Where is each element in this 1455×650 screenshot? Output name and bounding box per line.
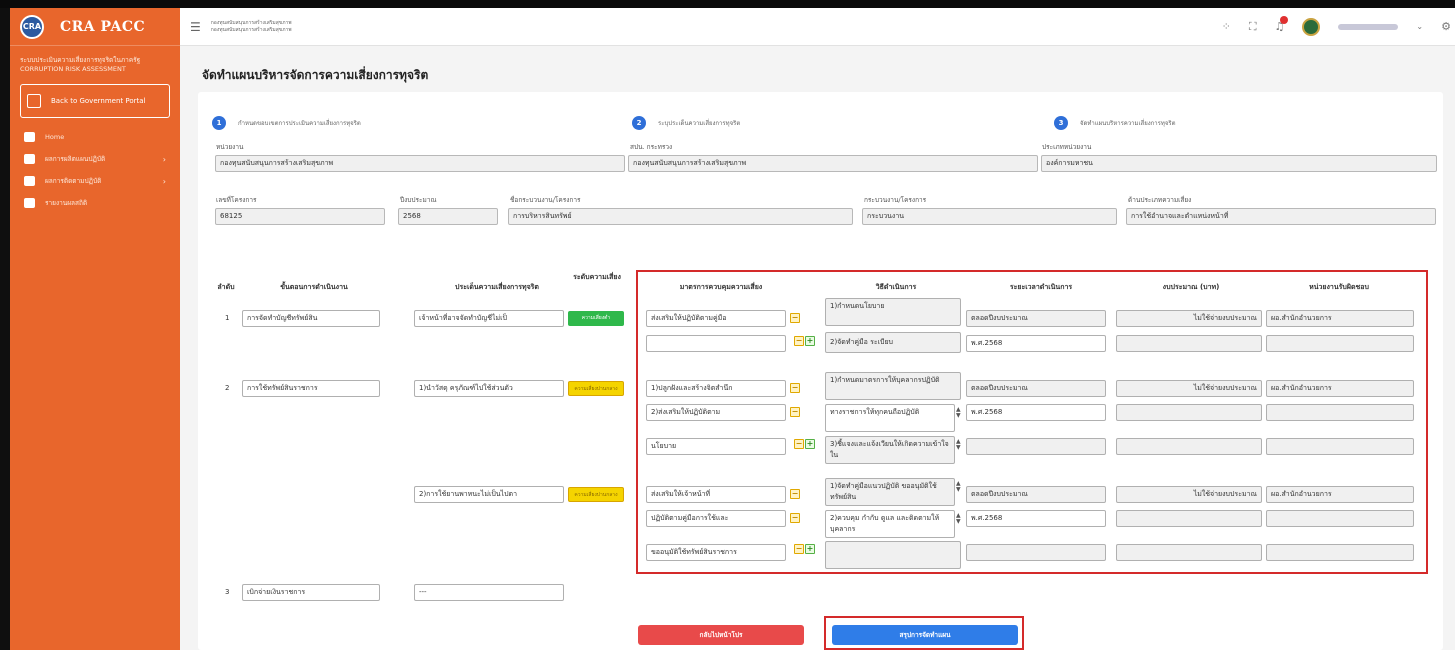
project-name-label: ชื่อกระบวนงาน/โครงการ bbox=[510, 196, 581, 204]
username-placeholder[interactable] bbox=[1338, 23, 1399, 30]
sidebar-item-report[interactable]: รายงานผลสถิติ bbox=[10, 192, 180, 214]
agency-type-label: ประเภทหน่วยงาน bbox=[1042, 143, 1092, 151]
risk-field[interactable]: --- bbox=[414, 584, 564, 601]
stepper: 1 กำหนดขอบเขตการประเมินความเสี่ยงการทุจร… bbox=[198, 116, 1443, 132]
agency-label: หน่วยงาน bbox=[216, 143, 244, 151]
chevron-down-icon[interactable]: ⌄ bbox=[1416, 22, 1423, 31]
row-number: 1 bbox=[225, 314, 230, 322]
portal-icon bbox=[27, 94, 41, 108]
step-1[interactable]: 1 กำหนดขอบเขตการประเมินความเสี่ยงการทุจร… bbox=[212, 116, 361, 130]
col-header-risk: ประเด็นความเสี่ยงการทุจริต bbox=[455, 283, 539, 291]
risk-type-label: ด้านประเภทความเสี่ยง bbox=[1128, 196, 1192, 204]
agency-type-field[interactable]: องค์การมหาชน bbox=[1041, 155, 1437, 172]
page-title: จัดทำแผนบริหารจัดการความเสี่ยงการทุจริต bbox=[202, 68, 429, 82]
agency-field[interactable]: กองทุนสนับสนุนการสร้างเสริมสุขภาพ bbox=[215, 155, 625, 172]
sidebar-subtitle: ระบบประเมินความเสี่ยงการทุจริตในภาครัฐ C… bbox=[20, 56, 141, 73]
risk-level-badge: ความเสี่ยงปานกลาง bbox=[568, 381, 624, 396]
sidebar-item-follow[interactable]: ผลการติดตามปฏิบัติ › bbox=[10, 170, 180, 192]
settings-icon[interactable]: ⚙ bbox=[1441, 20, 1451, 33]
col-header-step: ขั้นตอนการดำเนินงาน bbox=[280, 283, 348, 291]
sidebar-item-home[interactable]: Home bbox=[10, 126, 180, 148]
chart-icon bbox=[24, 198, 35, 208]
app-title: CRA PACC bbox=[60, 18, 146, 35]
highlight-box bbox=[636, 270, 1428, 574]
back-button[interactable]: กลับไปหน้าโปร bbox=[638, 625, 804, 645]
edit-icon bbox=[24, 154, 35, 164]
risk-field[interactable]: 2)การใช้ยานพาหนะไม่เป็นไปตา bbox=[414, 486, 564, 503]
year-label: ปีงบประมาณ bbox=[400, 196, 437, 204]
main-area: ☰ กองทุนสนับสนุนการสร้างเสริมสุขภาพ กองท… bbox=[180, 8, 1455, 650]
back-to-portal-button[interactable]: Back to Government Portal bbox=[20, 84, 170, 118]
process-field[interactable]: กระบวนงาน bbox=[862, 208, 1117, 225]
menu-toggle-icon[interactable]: ☰ bbox=[190, 20, 201, 34]
risk-type-field[interactable]: การใช้อำนาจและตำแหน่งหน้าที่ bbox=[1126, 208, 1436, 225]
form-card: 1 กำหนดขอบเขตการประเมินความเสี่ยงการทุจร… bbox=[198, 92, 1443, 650]
chevron-right-icon: › bbox=[162, 176, 166, 186]
step-number: 3 bbox=[1054, 116, 1068, 130]
ministry-label: สปน. กระทรวง bbox=[630, 143, 673, 151]
breadcrumb: กองทุนสนับสนุนการสร้างเสริมสุขภาพ กองทุน… bbox=[211, 20, 292, 34]
process-label: กระบวนงาน/โครงการ bbox=[864, 196, 927, 204]
notification-dot bbox=[1280, 16, 1289, 24]
sidebar-item-label: รายงานผลสถิติ bbox=[45, 199, 88, 207]
sidebar-item-label: ผลการผลิตแผนปฏิบัติ bbox=[45, 155, 106, 163]
notification-bell-icon[interactable]: ♫ bbox=[1275, 16, 1289, 33]
step-3[interactable]: 3 จัดทำแผนบริหารความเสี่ยงการทุจริต bbox=[1054, 116, 1175, 130]
step-label: กำหนดขอบเขตการประเมินความเสี่ยงการทุจริต bbox=[238, 120, 361, 127]
step-label: ระบุประเด็นความเสี่ยงการทุจริต bbox=[658, 120, 741, 127]
header-actions: ⁘ ⛶ ♫ ⌄ ⚙ bbox=[1222, 16, 1455, 36]
avatar[interactable] bbox=[1302, 17, 1321, 36]
home-icon bbox=[24, 132, 35, 142]
risk-field[interactable]: 1)นำวัสดุ ครุภัณฑ์ไปใช้ส่วนตัว bbox=[414, 380, 564, 397]
step-2[interactable]: 2 ระบุประเด็นความเสี่ยงการทุจริต bbox=[632, 116, 740, 130]
sidebar: CRA CRA PACC ระบบประเมินความเสี่ยงการทุจ… bbox=[10, 8, 180, 650]
breadcrumb-line2: กองทุนสนับสนุนการสร้างเสริมสุขภาพ bbox=[210, 26, 292, 33]
breadcrumb-line1: กองทุนสนับสนุนการสร้างเสริมสุขภาพ bbox=[210, 19, 292, 26]
document-icon bbox=[24, 176, 35, 186]
step-number: 1 bbox=[212, 116, 226, 130]
risk-level-badge: ความเสี่ยงต่ำ bbox=[568, 311, 624, 326]
chevron-right-icon: › bbox=[162, 154, 166, 164]
step-field[interactable]: การจัดทำบัญชีทรัพย์สิน bbox=[242, 310, 380, 327]
project-no-field[interactable]: 68125 bbox=[215, 208, 385, 225]
col-header-no: ลำดับ bbox=[217, 283, 235, 291]
highlight-box bbox=[824, 616, 1024, 650]
row-number: 3 bbox=[225, 588, 230, 596]
sidebar-item-label: ผลการติดตามปฏิบัติ bbox=[45, 177, 102, 185]
row-number: 2 bbox=[225, 384, 230, 392]
app-logo: CRA bbox=[20, 14, 44, 39]
step-label: จัดทำแผนบริหารความเสี่ยงการทุจริต bbox=[1080, 120, 1176, 127]
risk-field[interactable]: เจ้าหน้าที่อาจจัดทำบัญชีไม่เป็ bbox=[414, 310, 564, 327]
ministry-field[interactable]: กองทุนสนับสนุนการสร้างเสริมสุขภาพ bbox=[628, 155, 1038, 172]
sidebar-item-plan[interactable]: ผลการผลิตแผนปฏิบัติ › bbox=[10, 148, 180, 170]
fullscreen-icon[interactable]: ⛶ bbox=[1249, 20, 1257, 34]
project-name-field[interactable]: การบริหารสินทรัพย์ bbox=[508, 208, 853, 225]
top-header: ☰ กองทุนสนับสนุนการสร้างเสริมสุขภาพ กองท… bbox=[180, 8, 1455, 46]
col-header-level: ระดับความเสี่ยง bbox=[573, 273, 621, 281]
apps-icon[interactable]: ⁘ bbox=[1222, 20, 1231, 33]
back-to-portal-label: Back to Government Portal bbox=[51, 96, 146, 105]
app-frame: CRA CRA PACC ระบบประเมินความเสี่ยงการทุจ… bbox=[0, 0, 1455, 650]
top-border bbox=[0, 0, 1455, 8]
step-field[interactable]: เบิกจ่ายเงินราชการ bbox=[242, 584, 380, 601]
project-no-label: เลขที่โครงการ bbox=[216, 196, 257, 204]
risk-level-badge: ความเสี่ยงปานกลาง bbox=[568, 487, 624, 502]
sidebar-header: CRA CRA PACC bbox=[10, 8, 180, 46]
year-field[interactable]: 2568 bbox=[398, 208, 498, 225]
sidebar-item-label: Home bbox=[45, 133, 65, 141]
step-field[interactable]: การใช้ทรัพย์สินราชการ bbox=[242, 380, 380, 397]
step-number: 2 bbox=[632, 116, 646, 130]
